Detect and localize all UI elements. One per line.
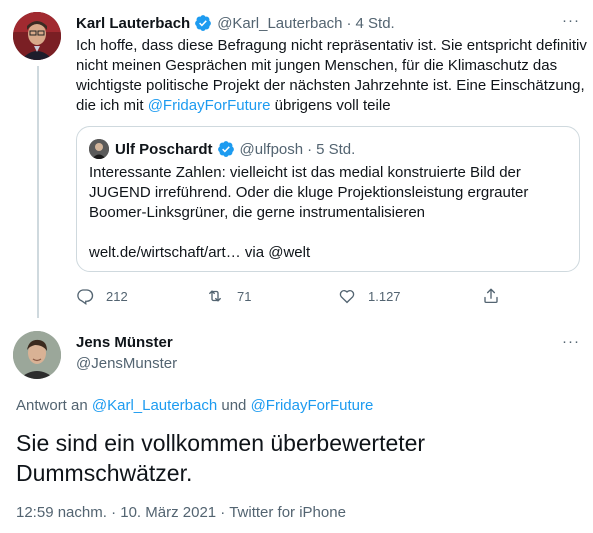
reply-icon bbox=[77, 289, 94, 305]
reply-button[interactable]: 212 bbox=[76, 287, 128, 305]
mention-link-karl-lauterbach[interactable]: @Karl_Lauterbach bbox=[92, 397, 217, 414]
quoted-tweet-body: Interessante Zahlen: vielleicht ist das … bbox=[89, 163, 569, 263]
reply-tweet-line: Dummschwätzer. bbox=[16, 460, 193, 486]
mention-link-fridayforfuture[interactable]: @FridayForFuture bbox=[251, 397, 374, 414]
tweet-line: nicht meinen Gesprächen mit jungen Mensc… bbox=[76, 57, 558, 74]
quoted-tweet-card[interactable]: Ulf Poschardt @ulfposh · 5 Std. Interess… bbox=[76, 126, 580, 272]
separator-dot: · bbox=[346, 14, 352, 32]
tweet-source: Twitter for iPhone bbox=[229, 504, 346, 521]
avatar-photo-icon bbox=[13, 331, 61, 379]
reply-tweet-body: Sie sind ein vollkommen überbewerteter D… bbox=[16, 428, 425, 488]
retweet-icon bbox=[209, 290, 221, 302]
reply-count: 212 bbox=[106, 288, 128, 304]
quoted-tweet-line: Boomer-Linksgrüner, die gerne instrument… bbox=[89, 204, 426, 221]
verified-badge-icon bbox=[217, 140, 235, 158]
tweet-body: Ich hoffe, dass diese Befragung nicht re… bbox=[76, 36, 587, 116]
avatar-photo-icon bbox=[89, 139, 109, 159]
retweet-count: 71 bbox=[237, 288, 252, 304]
tweet-line: wichtigste politische Projekt der nächst… bbox=[76, 77, 585, 94]
quoted-author-handle: @ulfposh bbox=[239, 140, 304, 158]
author-handle[interactable]: @Karl_Lauterbach bbox=[217, 15, 342, 32]
avatar-photo-icon bbox=[13, 12, 61, 60]
more-options-icon[interactable]: ··· bbox=[562, 333, 580, 350]
tweet-line-text: übrigens voll teile bbox=[270, 97, 391, 114]
more-options-icon[interactable]: ··· bbox=[562, 12, 580, 29]
tweet-line-text: die ich mit bbox=[76, 97, 148, 114]
verified-badge-icon bbox=[194, 14, 212, 32]
meta-separator: · bbox=[106, 504, 121, 521]
ulf-poschardt-avatar bbox=[89, 139, 109, 159]
quoted-tweet-line: Interessante Zahlen: vielleicht ist das … bbox=[89, 164, 521, 181]
share-icon bbox=[484, 288, 498, 304]
quoted-tweet-line: JUGEND irreführend. Oder die kluge Proje… bbox=[89, 184, 529, 201]
mention-link-fridayforfuture[interactable]: @FridayForFuture bbox=[148, 97, 271, 114]
thread-connector-line bbox=[37, 66, 39, 318]
reply-tweet-line: Sie sind ein vollkommen überbewerteter bbox=[16, 430, 426, 456]
reply-author-name[interactable]: Jens Münster bbox=[76, 334, 173, 351]
share-button[interactable] bbox=[482, 287, 500, 305]
retweet-button[interactable]: 71 bbox=[205, 287, 251, 305]
tweet-timestamp[interactable]: 4 Std. bbox=[356, 15, 395, 32]
jens-munster-avatar[interactable] bbox=[13, 331, 61, 379]
reply-to-line: Antwort an @Karl_Lauterbach und @FridayF… bbox=[16, 397, 373, 414]
reply-author-handle[interactable]: @JensMunster bbox=[76, 355, 177, 372]
author-name[interactable]: Karl Lauterbach bbox=[76, 15, 190, 32]
tweet-metadata: 12:59 nachm. · 10. März 2021 · Twitter f… bbox=[16, 504, 346, 521]
quoted-tweet-timestamp: 5 Std. bbox=[316, 140, 356, 158]
karl-lauterbach-avatar[interactable] bbox=[13, 12, 61, 60]
reply-to-label: Antwort an bbox=[16, 397, 92, 414]
like-button[interactable]: 1.127 bbox=[338, 287, 401, 305]
tweet-line: Ich hoffe, dass diese Befragung nicht re… bbox=[76, 37, 587, 54]
separator-dot: · bbox=[307, 140, 313, 158]
tweet-time[interactable]: 12:59 nachm. bbox=[16, 504, 107, 521]
quoted-tweet-link-line: welt.de/wirtschaft/art… via @welt bbox=[89, 244, 311, 261]
meta-separator: · bbox=[216, 504, 230, 521]
reply-to-and: und bbox=[217, 397, 251, 414]
tweet-line: die ich mit @FridayForFuture übrigens vo… bbox=[76, 96, 586, 116]
heart-icon bbox=[339, 289, 355, 304]
quoted-author-name: Ulf Poschardt bbox=[115, 140, 213, 158]
like-count: 1.127 bbox=[368, 288, 401, 304]
tweet-date[interactable]: 10. März 2021 bbox=[120, 504, 216, 521]
